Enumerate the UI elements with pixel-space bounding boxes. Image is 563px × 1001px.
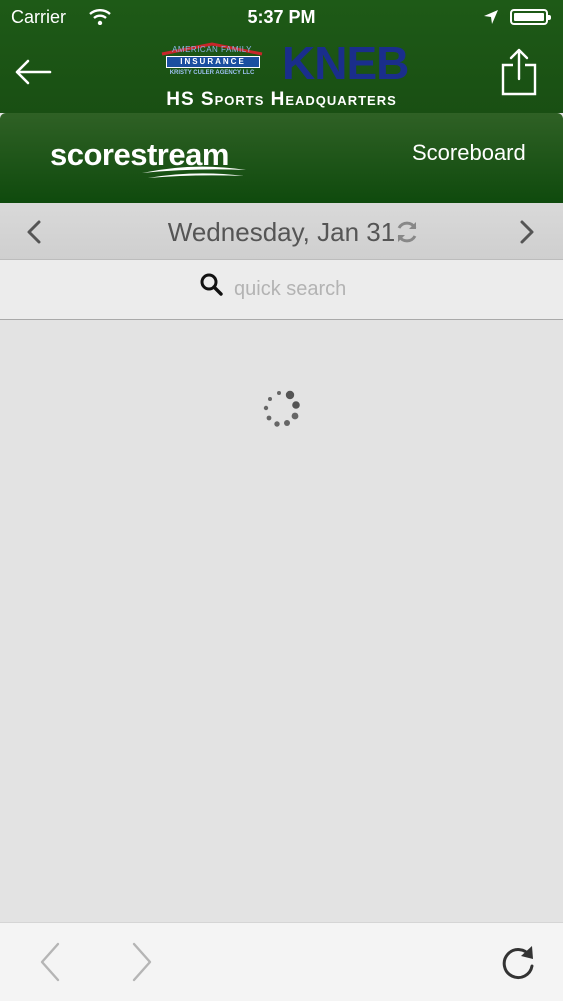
- share-icon[interactable]: [500, 48, 538, 96]
- scoreboard-link[interactable]: Scoreboard: [412, 140, 526, 166]
- current-date-label: Wednesday, Jan 31: [167, 217, 396, 247]
- insurance-logo: AMERICAN FAMILY INSURANCE KRISTY CULER A…: [158, 42, 266, 86]
- back-arrow-icon[interactable]: [14, 57, 52, 87]
- page-title: HS Sports Headquarters: [166, 89, 397, 110]
- station-logo: KNEB: [282, 37, 409, 89]
- sponsor-logo: AMERICAN FAMILY INSURANCE KRISTY CULER A…: [155, 37, 420, 90]
- scorestream-swoosh-icon: [142, 166, 246, 178]
- status-bar: Carrier 5:37 PM: [0, 0, 563, 36]
- chevron-right-icon[interactable]: [517, 219, 537, 245]
- search-icon: [200, 273, 223, 296]
- current-date: Wednesday, Jan 31: [0, 217, 563, 248]
- app-header: Carrier 5:37 PM AMERICAN FAMILY INSURANC…: [0, 0, 563, 113]
- search-input[interactable]: [234, 276, 434, 302]
- refresh-icon[interactable]: [394, 219, 420, 245]
- date-bar: Wednesday, Jan 31: [0, 203, 563, 260]
- sponsor-top-text: AMERICAN FAMILY: [172, 45, 252, 54]
- status-time: 5:37 PM: [247, 7, 316, 27]
- browser-back-icon[interactable]: [38, 942, 62, 982]
- location-arrow-icon: [484, 10, 498, 24]
- sponsor-agency: KRISTY CULER AGENCY LLC: [169, 70, 255, 76]
- browser-toolbar: [0, 922, 563, 1001]
- browser-forward-icon[interactable]: [130, 942, 154, 982]
- scorestream-header: scorestream Scoreboard: [0, 113, 563, 203]
- reload-icon[interactable]: [499, 944, 537, 982]
- search-bar: [0, 260, 563, 320]
- sponsor-name: INSURANCE: [166, 56, 260, 68]
- loading-spinner-icon: [263, 390, 300, 427]
- battery-icon: [510, 9, 551, 25]
